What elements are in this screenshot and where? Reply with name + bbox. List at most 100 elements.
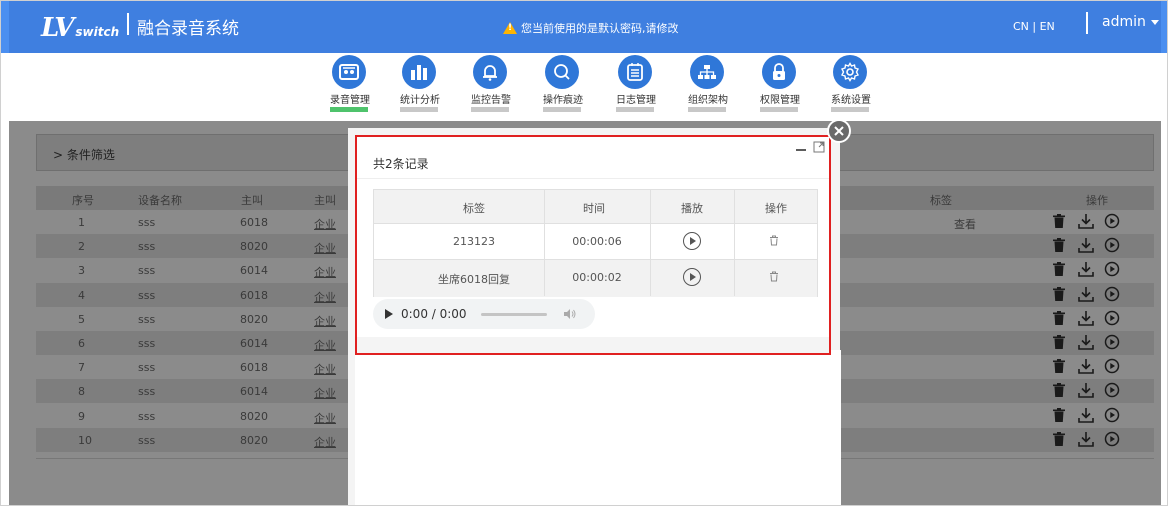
caller-number: 8020 <box>240 409 268 423</box>
col-divider <box>734 190 735 296</box>
play-icon[interactable] <box>385 309 393 319</box>
play-icon[interactable] <box>683 232 701 250</box>
view-tag-link[interactable]: 查看 <box>954 216 976 232</box>
delete-icon[interactable] <box>1052 407 1068 425</box>
row-index: 2 <box>78 240 85 254</box>
caller-link[interactable]: 企业 <box>314 410 336 426</box>
caller-number: 6014 <box>240 385 268 399</box>
nav-indicator <box>543 107 581 112</box>
delete-icon[interactable] <box>1052 237 1068 255</box>
play-icon[interactable] <box>1104 431 1120 449</box>
records-modal: 共2条记录 标签 时间 播放 操作 213123 00:00:06 坐席6018… <box>355 135 831 355</box>
caller-number: 8020 <box>240 312 268 326</box>
download-icon[interactable] <box>1078 334 1094 352</box>
download-icon[interactable] <box>1078 286 1094 304</box>
delete-icon[interactable] <box>769 235 779 249</box>
nav-item-statistics[interactable]: 统计分析 <box>390 53 450 121</box>
row-actions <box>1052 213 1142 231</box>
play-icon[interactable] <box>1104 334 1120 352</box>
play-icon[interactable] <box>1104 261 1120 279</box>
nav-indicator-active <box>330 107 368 112</box>
delete-icon[interactable] <box>1052 286 1068 304</box>
caller-link[interactable]: 企业 <box>314 385 336 401</box>
records-table: 标签 时间 播放 操作 213123 00:00:06 坐席6018回复 00:… <box>373 189 818 297</box>
caret-down-icon <box>1150 19 1159 25</box>
play-icon[interactable] <box>1104 310 1120 328</box>
minimize-icon[interactable] <box>795 143 807 153</box>
close-icon[interactable] <box>827 119 851 143</box>
play-icon[interactable] <box>1104 286 1120 304</box>
volume-icon[interactable] <box>563 308 577 320</box>
play-icon[interactable] <box>1104 358 1120 376</box>
warning-icon <box>503 22 517 34</box>
logo: LV switch <box>41 13 120 43</box>
download-icon[interactable] <box>1078 382 1094 400</box>
download-icon[interactable] <box>1078 310 1094 328</box>
download-icon[interactable] <box>1078 213 1094 231</box>
download-icon[interactable] <box>1078 407 1094 425</box>
device-name: sss <box>138 409 156 423</box>
main-nav: 录音管理 统计分析 监控告警 操作痕迹 日志管理 组织架构 权限管理 系统设置 <box>9 53 1161 121</box>
device-name: sss <box>138 264 156 278</box>
tape-icon <box>332 55 366 89</box>
row-index: 4 <box>78 288 85 302</box>
nav-item-settings[interactable]: 系统设置 <box>821 53 881 121</box>
header-bar: LV switch 融合录音系统 您当前使用的是默认密码,请修改 CN | EN… <box>9 1 1161 53</box>
modal-footer-strip <box>357 337 829 353</box>
row-index: 8 <box>78 385 85 399</box>
nav-indicator <box>760 107 798 112</box>
nav-indicator <box>400 107 438 112</box>
caller-link[interactable]: 企业 <box>314 240 336 256</box>
play-icon[interactable] <box>683 268 701 286</box>
nav-item-recording[interactable]: 录音管理 <box>320 53 380 121</box>
row-index: 5 <box>78 312 85 326</box>
delete-icon[interactable] <box>1052 382 1068 400</box>
caller-link[interactable]: 企业 <box>314 289 336 305</box>
nav-indicator <box>831 107 869 112</box>
modal-title: 共2条记录 <box>373 157 429 171</box>
user-menu[interactable]: admin <box>1102 14 1159 30</box>
nav-item-permissions[interactable]: 权限管理 <box>750 53 810 121</box>
nav-item-operation-trace[interactable]: 操作痕迹 <box>533 53 593 121</box>
caller-link[interactable]: 企业 <box>314 361 336 377</box>
delete-icon[interactable] <box>1052 431 1068 449</box>
caller-number: 6014 <box>240 264 268 278</box>
col-divider <box>650 190 651 296</box>
record-row: 坐席6018回复 00:00:02 <box>374 260 817 297</box>
gear-icon <box>833 55 867 89</box>
delete-icon[interactable] <box>769 271 779 285</box>
row-actions <box>1052 310 1142 328</box>
delete-icon[interactable] <box>1052 358 1068 376</box>
device-name: sss <box>138 385 156 399</box>
caller-link[interactable]: 企业 <box>314 434 336 450</box>
download-icon[interactable] <box>1078 237 1094 255</box>
audio-player[interactable]: 0:00 / 0:00 <box>373 299 595 329</box>
row-actions <box>1052 407 1142 425</box>
maximize-icon[interactable] <box>813 141 825 153</box>
play-icon[interactable] <box>1104 382 1120 400</box>
caller-link[interactable]: 企业 <box>314 313 336 329</box>
caller-link[interactable]: 企业 <box>314 264 336 280</box>
password-warning[interactable]: 您当前使用的是默认密码,请修改 <box>503 20 679 36</box>
delete-icon[interactable] <box>1052 310 1068 328</box>
play-icon[interactable] <box>1104 213 1120 231</box>
nav-item-organization[interactable]: 组织架构 <box>678 53 738 121</box>
play-icon[interactable] <box>1104 237 1120 255</box>
delete-icon[interactable] <box>1052 213 1068 231</box>
calendar-icon <box>618 55 652 89</box>
caller-link[interactable]: 企业 <box>314 337 336 353</box>
download-icon[interactable] <box>1078 358 1094 376</box>
org-chart-icon <box>690 55 724 89</box>
language-switch[interactable]: CN | EN <box>1013 20 1055 33</box>
download-icon[interactable] <box>1078 261 1094 279</box>
row-index: 10 <box>78 433 92 447</box>
delete-icon[interactable] <box>1052 261 1068 279</box>
audio-progress-slider[interactable] <box>481 313 547 316</box>
caller-link[interactable]: 企业 <box>314 216 336 232</box>
nav-item-monitor[interactable]: 监控告警 <box>461 53 521 121</box>
delete-icon[interactable] <box>1052 334 1068 352</box>
play-icon[interactable] <box>1104 407 1120 425</box>
nav-item-logs[interactable]: 日志管理 <box>606 53 666 121</box>
row-actions <box>1052 286 1142 304</box>
download-icon[interactable] <box>1078 431 1094 449</box>
